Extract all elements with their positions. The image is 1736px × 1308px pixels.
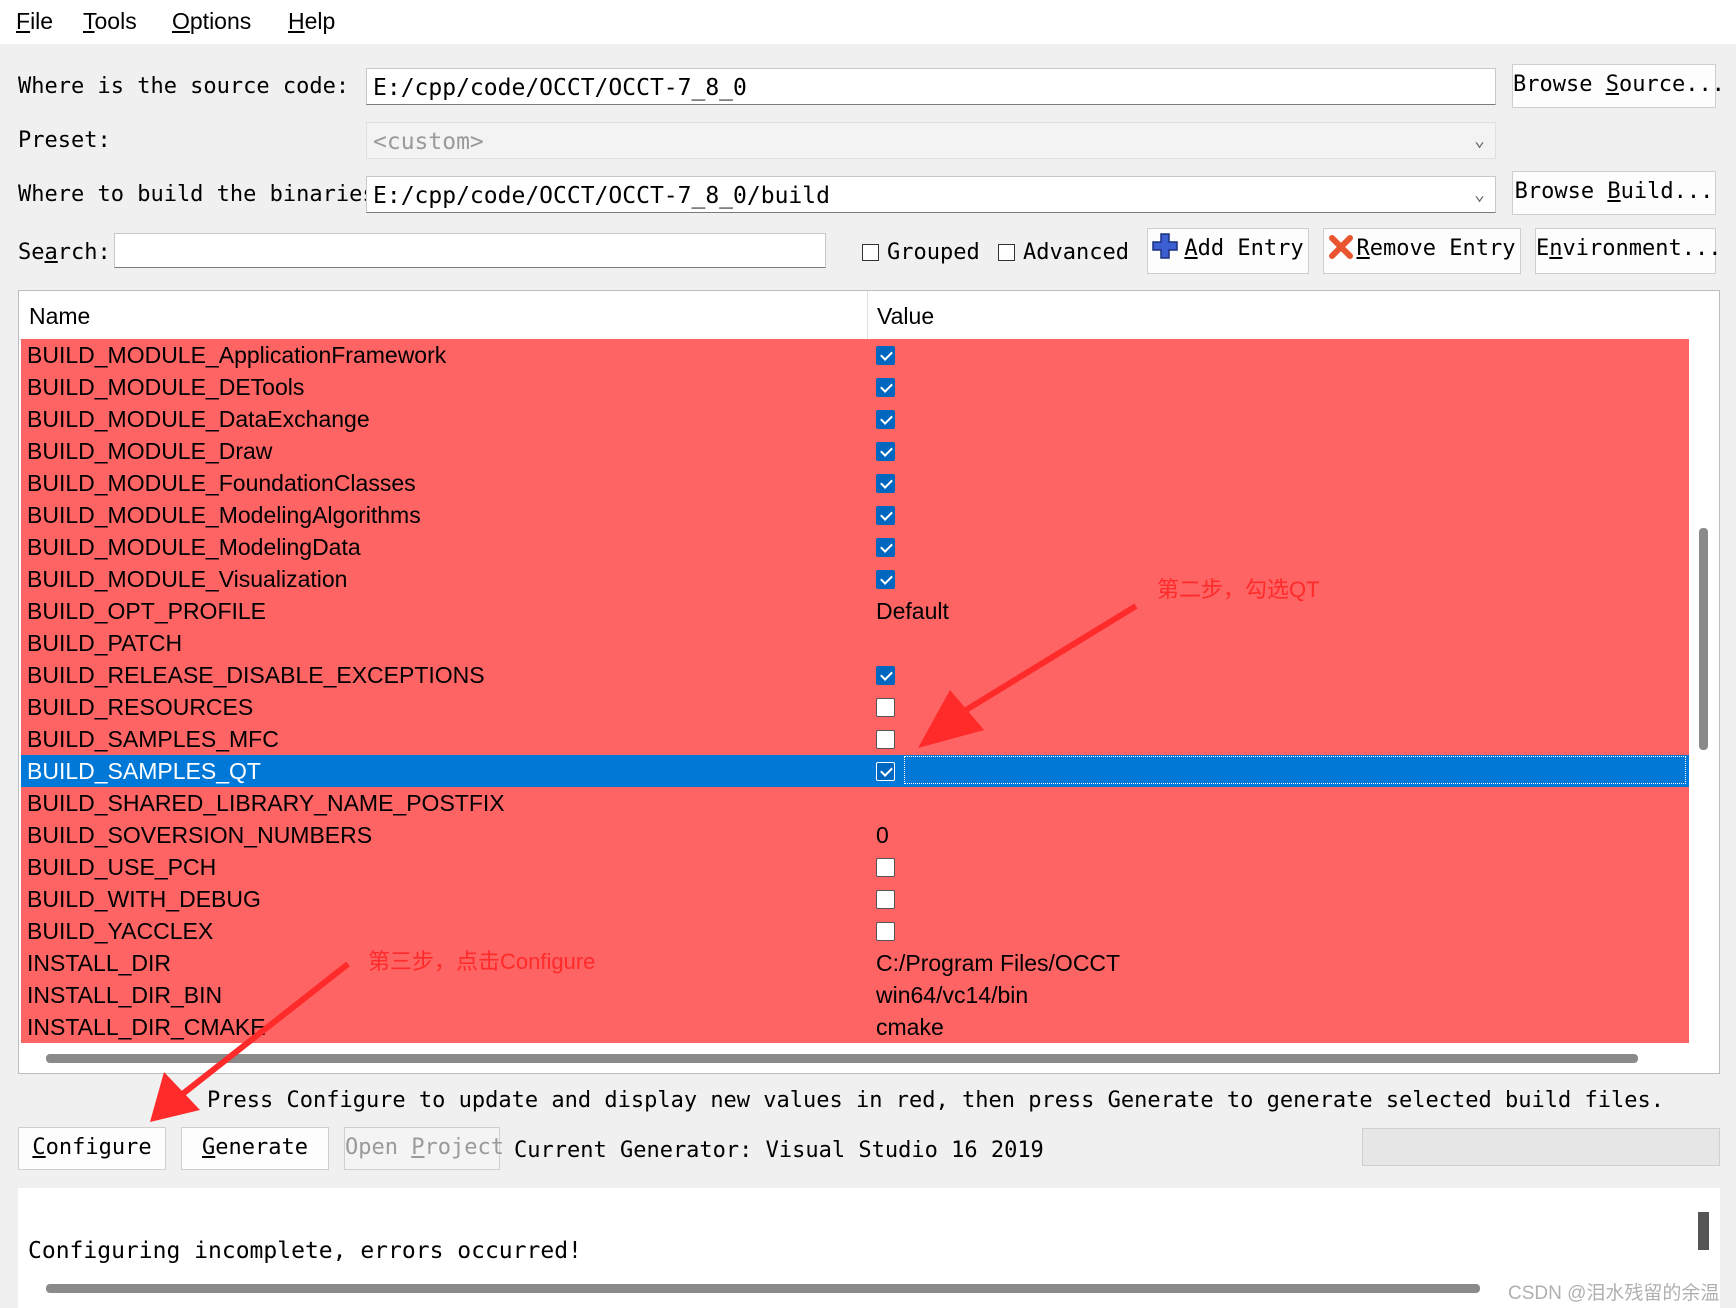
arrow-step3 [150,961,350,1122]
watermark: CSDN @泪水残留的余温 [1508,1283,1720,1304]
annotation-arrows [150,603,1138,1122]
annotation-step3: 第三步，点击Configure [368,949,596,974]
annotation-step2: 第二步，勾选QT [1157,577,1320,602]
arrow-step2 [918,603,1138,748]
